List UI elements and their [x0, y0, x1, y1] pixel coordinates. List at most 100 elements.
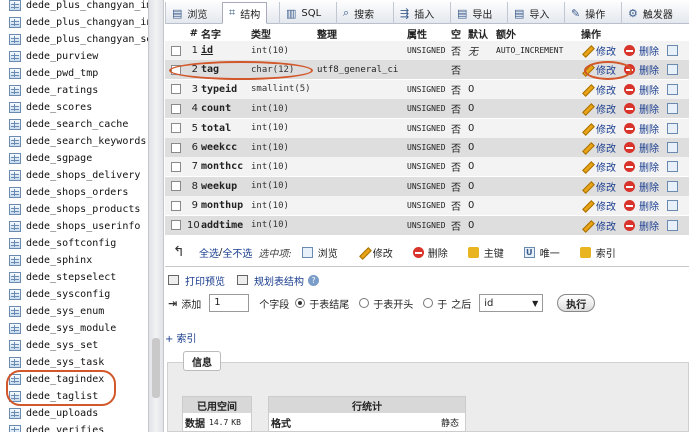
drop-field-button[interactable]: 删除: [616, 101, 659, 116]
with-selected-label: 选中项:: [258, 248, 292, 260]
edit-field-button[interactable]: 修改: [581, 179, 616, 194]
sidebar-item-label: dede_sgpage: [26, 153, 93, 164]
more-actions-icon[interactable]: [667, 64, 678, 76]
bulk-unique-button[interactable]: U 唯一: [523, 245, 560, 260]
bulk-edit-button[interactable]: 修改: [358, 245, 393, 260]
tab-sql[interactable]: ▥ SQL: [279, 2, 327, 24]
sidebar-item-dede_purview[interactable]: dede_purview: [0, 48, 148, 65]
row-checkbox[interactable]: [171, 103, 181, 114]
tab-triggers[interactable]: ⚙ 触发器: [621, 2, 679, 24]
more-actions-icon[interactable]: [667, 142, 678, 153]
edit-field-button[interactable]: 修改: [581, 62, 616, 77]
bulk-drop-button[interactable]: 删除: [412, 245, 448, 260]
edit-field-button[interactable]: 修改: [581, 159, 616, 174]
sidebar-item-dede_plus_changyan_imp[interactable]: dede_plus_changyan_imp: [0, 0, 148, 14]
bulk-browse-button[interactable]: 浏览: [301, 245, 338, 260]
sidebar-item-dede_sys_module[interactable]: dede_sys_module: [0, 320, 148, 337]
more-actions-icon[interactable]: [667, 103, 678, 115]
drop-field-button[interactable]: 删除: [616, 159, 659, 174]
row-checkbox[interactable]: [171, 142, 181, 153]
more-actions-icon[interactable]: [667, 83, 678, 95]
sidebar-item-dede_shops_orders[interactable]: dede_shops_orders: [0, 184, 148, 201]
sidebar-item-dede_search_cache[interactable]: dede_search_cache: [0, 116, 148, 133]
tab-export[interactable]: ▤ 导出: [450, 2, 498, 24]
radio-at-end[interactable]: [295, 298, 306, 308]
row-checkbox[interactable]: [171, 123, 181, 134]
sidebar-item-dede_taglist[interactable]: dede_taglist: [0, 388, 148, 405]
drop-field-button[interactable]: 删除: [616, 62, 659, 77]
edit-field-button[interactable]: 修改: [581, 218, 616, 233]
tab-search[interactable]: ⌕ 搜索: [336, 2, 380, 24]
sidebar-item-dede_sysconfig[interactable]: dede_sysconfig: [0, 286, 148, 303]
bulk-primary-button[interactable]: 主键: [467, 245, 504, 260]
drop-field-button[interactable]: 删除: [616, 218, 659, 233]
print-view-link[interactable]: 打印预览: [185, 273, 225, 288]
sidebar-item-dede_search_keywords[interactable]: dede_search_keywords: [0, 133, 148, 150]
row-checkbox[interactable]: [171, 181, 181, 192]
tab-structure[interactable]: ⌗ 结构: [222, 2, 268, 24]
sidebar-item-dede_sys_set[interactable]: dede_sys_set: [0, 337, 148, 354]
sidebar-item-dede_plus_changyan_ins[interactable]: dede_plus_changyan_ins: [0, 14, 148, 31]
sidebar-item-dede_sys_enum[interactable]: dede_sys_enum: [0, 303, 148, 320]
sidebar-item-dede_shops_products[interactable]: dede_shops_products: [0, 201, 148, 218]
sidebar-splitter[interactable]: [148, 0, 164, 432]
add-field-count-input[interactable]: 1: [209, 294, 250, 312]
row-checkbox[interactable]: [171, 84, 181, 95]
more-actions-icon[interactable]: [667, 180, 678, 192]
edit-field-button[interactable]: 修改: [581, 140, 616, 155]
row-checkbox[interactable]: [171, 161, 181, 172]
sidebar-item-dede_plus_changyan_set[interactable]: dede_plus_changyan_set: [0, 31, 148, 48]
table-icon: [9, 306, 21, 317]
index-toggle-link[interactable]: + 索引: [165, 330, 197, 345]
more-actions-icon[interactable]: [667, 219, 678, 231]
row-checkbox[interactable]: [171, 220, 181, 231]
radio-after[interactable]: [423, 298, 434, 308]
bulk-index-button[interactable]: 索引: [579, 245, 616, 260]
after-field-select[interactable]: id ▼: [479, 294, 544, 312]
tab-insert[interactable]: ⇶ 插入: [393, 2, 440, 24]
sidebar-item-dede_scores[interactable]: dede_scores: [0, 99, 148, 116]
help-icon[interactable]: ?: [308, 274, 319, 286]
sidebar-item-dede_verifies[interactable]: dede_verifies: [0, 422, 148, 432]
check-all-link[interactable]: 全选: [199, 245, 219, 260]
sidebar-item-dede_shops_userinfo[interactable]: dede_shops_userinfo: [0, 218, 148, 235]
radio-at-start[interactable]: [359, 298, 370, 308]
field-attributes: UNSIGNED: [407, 181, 446, 191]
sidebar-scrollbar-thumb[interactable]: [152, 338, 160, 398]
sidebar-item-dede_shops_delivery[interactable]: dede_shops_delivery: [0, 167, 148, 184]
go-button[interactable]: 执行: [557, 294, 596, 312]
sidebar-item-dede_uploads[interactable]: dede_uploads: [0, 405, 148, 422]
sidebar-item-dede_pwd_tmp[interactable]: dede_pwd_tmp: [0, 65, 148, 82]
row-checkbox[interactable]: [171, 45, 181, 56]
edit-field-button[interactable]: 修改: [581, 82, 616, 97]
drop-field-button[interactable]: 删除: [616, 82, 659, 97]
sidebar-item-dede_ratings[interactable]: dede_ratings: [0, 82, 148, 99]
edit-field-button[interactable]: 修改: [581, 43, 616, 58]
row-checkbox[interactable]: [171, 200, 181, 211]
sidebar-item-dede_tagindex[interactable]: dede_tagindex: [0, 371, 148, 388]
uncheck-all-link[interactable]: 全不选: [222, 245, 252, 260]
sidebar-item-dede_stepselect[interactable]: dede_stepselect: [0, 269, 148, 286]
sidebar-item-dede_softconfig[interactable]: dede_softconfig: [0, 235, 148, 252]
drop-field-button[interactable]: 删除: [616, 198, 659, 213]
more-actions-icon[interactable]: [667, 122, 678, 134]
drop-field-button[interactable]: 删除: [616, 179, 659, 194]
sidebar-item-dede_sys_task[interactable]: dede_sys_task: [0, 354, 148, 371]
more-actions-icon[interactable]: [667, 200, 678, 212]
field-type: int(10): [251, 200, 289, 211]
drop-field-button[interactable]: 删除: [616, 140, 659, 155]
edit-field-button[interactable]: 修改: [581, 101, 616, 116]
tab-browse[interactable]: ▤ 浏览: [165, 2, 213, 24]
tab-import[interactable]: ▤ 导入: [507, 2, 555, 24]
drop-field-button[interactable]: 删除: [616, 43, 659, 58]
drop-field-button[interactable]: 删除: [616, 121, 659, 136]
propose-structure-link[interactable]: 规划表结构: [254, 273, 304, 288]
row-checkbox[interactable]: [171, 64, 181, 75]
tab-operations[interactable]: ✎ 操作: [564, 2, 611, 24]
more-actions-icon[interactable]: [667, 161, 678, 173]
more-actions-icon[interactable]: [667, 45, 678, 56]
sidebar-item-dede_sgpage[interactable]: dede_sgpage: [0, 150, 148, 167]
edit-field-button[interactable]: 修改: [581, 198, 616, 213]
sidebar-item-dede_sphinx[interactable]: dede_sphinx: [0, 252, 148, 269]
edit-field-button[interactable]: 修改: [581, 121, 616, 136]
